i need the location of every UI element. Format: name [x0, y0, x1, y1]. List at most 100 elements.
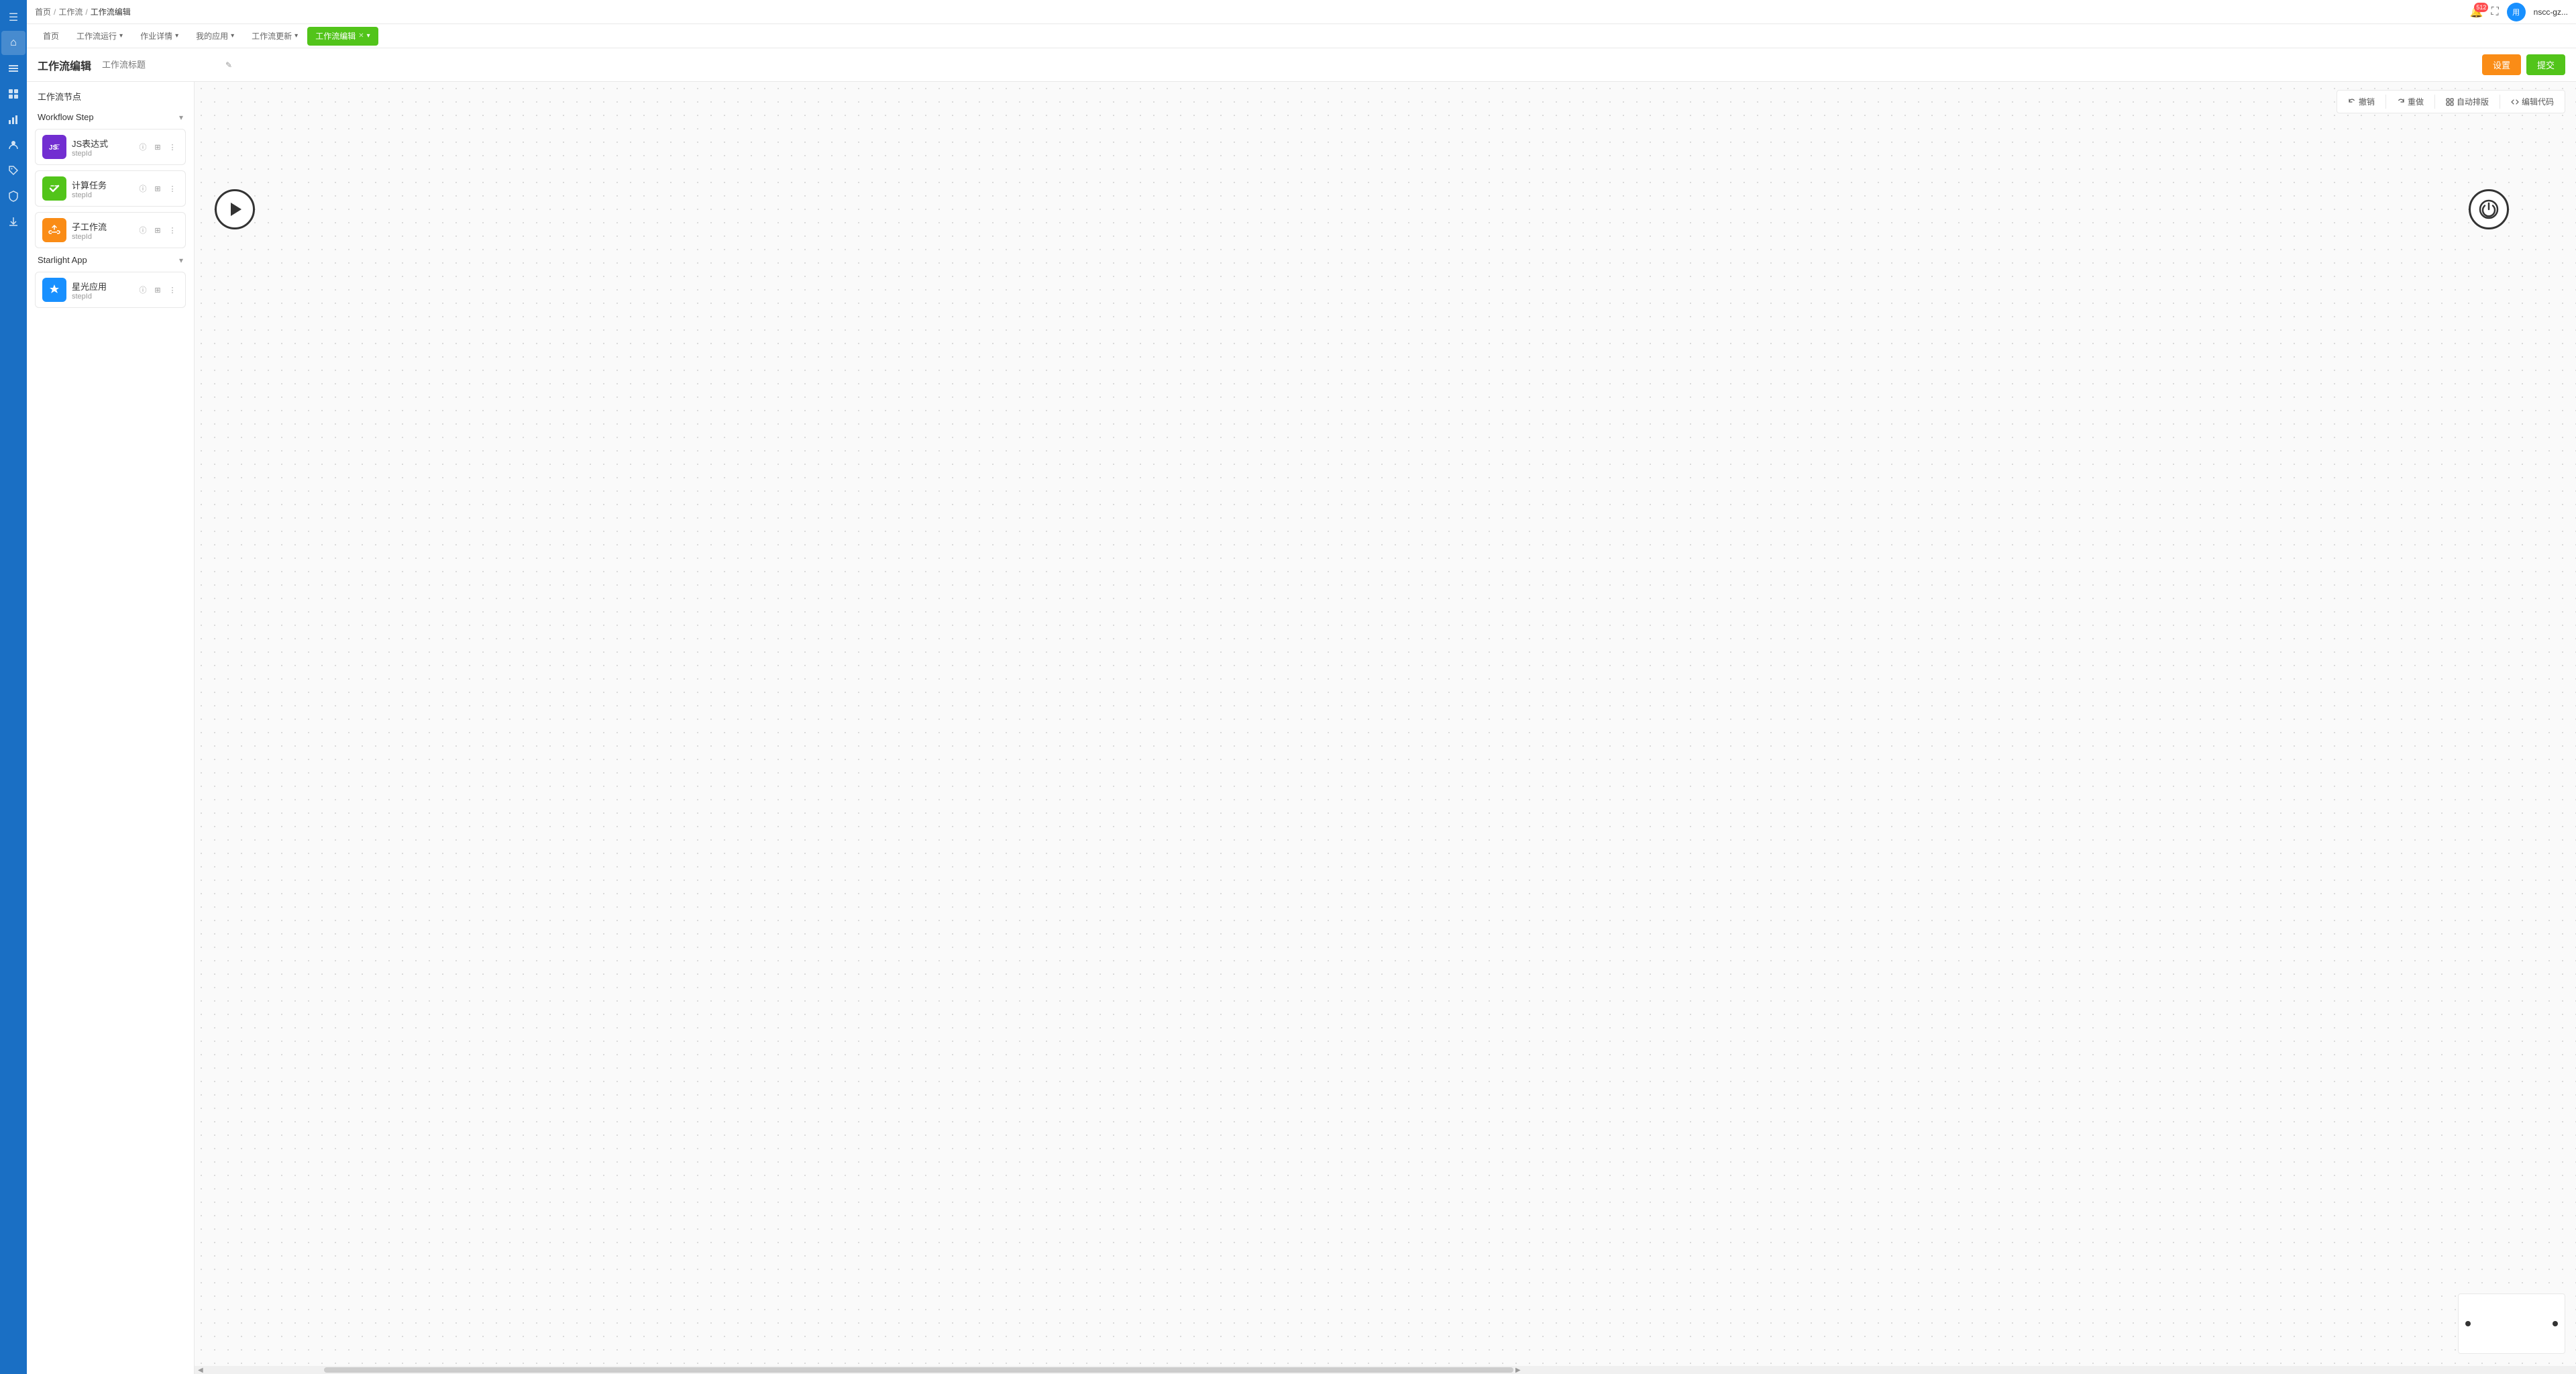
node-js-icon: JS — [42, 135, 66, 159]
scroll-right-arrow[interactable]: ▶ — [1513, 1367, 1523, 1374]
node-calc-menu-btn[interactable]: ⋮ — [166, 182, 178, 195]
group-starlight-app-label: Starlight App — [38, 255, 87, 265]
node-js-name: JS表达式 — [72, 137, 131, 150]
canvas-end-node[interactable] — [2469, 189, 2509, 229]
tab-workflow-update[interactable]: 工作流更新 ▾ — [244, 27, 306, 46]
fullscreen-icon[interactable]: ⛶ — [2491, 6, 2498, 18]
group-starlight-app[interactable]: Starlight App ▾ — [27, 251, 194, 269]
submit-button[interactable]: 提交 — [2526, 54, 2565, 75]
sidebar-tag-icon[interactable] — [1, 158, 25, 182]
node-js-stepid: stepId — [72, 150, 131, 158]
tab-arrow-workflow-edit: ▾ — [367, 32, 370, 40]
minimap-dot-end — [2553, 1321, 2558, 1326]
topbar-right: 🔔 512 ⛶ 用 nscc-gz... — [2470, 3, 2568, 21]
tab-workflow-run[interactable]: 工作流运行 ▾ — [68, 27, 131, 46]
sidebar-download-icon[interactable] — [1, 209, 25, 233]
canvas-scrollbar-thumb[interactable] — [324, 1367, 1513, 1373]
editor-area: 工作流节点 Workflow Step ▾ JS — [27, 82, 2576, 1374]
canvas-start-node[interactable] — [215, 189, 255, 229]
canvas-tool-sep1 — [2385, 95, 2386, 109]
tab-arrow-workflow-run: ▾ — [119, 32, 123, 40]
undo-button[interactable]: 撤销 — [2343, 93, 2380, 110]
node-star-actions: ⓘ ⊞ ⋮ — [137, 284, 178, 296]
node-js-expr[interactable]: JS JS表达式 stepId ⓘ ⊞ ⋮ — [35, 129, 186, 165]
node-calc-info-btn[interactable]: ⓘ — [137, 182, 149, 195]
settings-button[interactable]: 设置 — [2482, 54, 2521, 75]
node-sub-menu-btn[interactable]: ⋮ — [166, 224, 178, 236]
canvas-area[interactable]: 撤销 重做 自动排版 编辑代码 — [195, 82, 2576, 1374]
play-triangle-icon — [231, 203, 241, 216]
tabbar: 首页 工作流运行 ▾ 作业详情 ▾ 我的应用 ▾ 工作流更新 ▾ 工作流编辑 ✕… — [27, 24, 2576, 48]
node-js-info-btn[interactable]: ⓘ — [137, 141, 149, 153]
canvas-toolbar: 撤销 重做 自动排版 编辑代码 — [2337, 90, 2565, 113]
node-star-info: 星光应用 stepId — [72, 280, 131, 301]
node-sub-name: 子工作流 — [72, 220, 131, 233]
breadcrumb: 首页 / 工作流 / 工作流编辑 — [35, 6, 131, 17]
breadcrumb-home[interactable]: 首页 — [35, 6, 51, 17]
node-js-edit-btn[interactable]: ⊞ — [152, 141, 164, 153]
node-sub-info-btn[interactable]: ⓘ — [137, 224, 149, 236]
node-sub-info: 子工作流 stepId — [72, 220, 131, 241]
breadcrumb-current: 工作流编辑 — [91, 6, 131, 17]
workflow-editor-title: 工作流编辑 — [38, 57, 91, 73]
node-calc-icon — [42, 176, 66, 201]
group-workflow-step-label: Workflow Step — [38, 112, 94, 122]
edit-code-button[interactable]: 编辑代码 — [2506, 93, 2559, 110]
canvas-scrollbar-x[interactable]: ◀ ▶ — [195, 1366, 2576, 1374]
node-calc-actions: ⓘ ⊞ ⋮ — [137, 182, 178, 195]
node-js-info: JS表达式 stepId — [72, 137, 131, 158]
group-workflow-step[interactable]: Workflow Step ▾ — [27, 108, 194, 126]
node-star-menu-btn[interactable]: ⋮ — [166, 284, 178, 296]
minimap — [2458, 1293, 2565, 1354]
canvas-tool-sep2 — [2434, 95, 2435, 109]
auto-layout-button[interactable]: 自动排版 — [2440, 93, 2494, 110]
tab-workflow-edit[interactable]: 工作流编辑 ✕ ▾ — [307, 27, 378, 46]
scroll-left-arrow[interactable]: ◀ — [196, 1367, 205, 1374]
node-calc-task[interactable]: 计算任务 stepId ⓘ ⊞ ⋮ — [35, 170, 186, 207]
node-star-info-btn[interactable]: ⓘ — [137, 284, 149, 296]
node-calc-stepid: stepId — [72, 191, 131, 199]
node-calc-edit-btn[interactable]: ⊞ — [152, 182, 164, 195]
group-starlight-app-arrow: ▾ — [179, 256, 183, 265]
breadcrumb-workflow[interactable]: 工作流 — [58, 6, 83, 17]
tab-my-apps[interactable]: 我的应用 ▾ — [188, 27, 242, 46]
node-starlight[interactable]: 星光应用 stepId ⓘ ⊞ ⋮ — [35, 272, 186, 308]
redo-button[interactable]: 重做 — [2392, 93, 2429, 110]
sidebar-people-icon[interactable] — [1, 133, 25, 157]
header-actions: 设置 提交 — [2482, 54, 2565, 75]
edit-pencil-icon[interactable]: ✎ — [225, 60, 232, 70]
tab-arrow-workflow-update: ▾ — [294, 32, 298, 40]
sidebar: ☰ ⌂ — [0, 0, 27, 1374]
sidebar-list-icon[interactable] — [1, 56, 25, 81]
sidebar-shield-icon[interactable] — [1, 184, 25, 208]
power-icon — [2479, 199, 2499, 219]
tab-close-workflow-edit[interactable]: ✕ — [358, 32, 364, 40]
notification-icon[interactable]: 🔔 512 — [2470, 5, 2483, 19]
node-star-edit-btn[interactable]: ⊞ — [152, 284, 164, 296]
user-avatar[interactable]: 用 — [2507, 3, 2526, 21]
node-sub-workflow[interactable]: 子工作流 stepId ⓘ ⊞ ⋮ — [35, 212, 186, 248]
node-star-icon — [42, 278, 66, 302]
node-js-menu-btn[interactable]: ⋮ — [166, 141, 178, 153]
sidebar-grid-icon[interactable] — [1, 82, 25, 106]
breadcrumb-sep2: / — [85, 7, 87, 17]
svg-text:JS: JS — [49, 144, 58, 152]
topbar: 首页 / 工作流 / 工作流编辑 🔔 512 ⛶ 用 nscc-gz... — [27, 0, 2576, 24]
tab-home[interactable]: 首页 — [35, 27, 67, 46]
breadcrumb-sep1: / — [54, 7, 56, 17]
main-container: 首页 / 工作流 / 工作流编辑 🔔 512 ⛶ 用 nscc-gz... 首页… — [27, 0, 2576, 1374]
node-calc-info: 计算任务 stepId — [72, 178, 131, 199]
node-sub-actions: ⓘ ⊞ ⋮ — [137, 224, 178, 236]
node-calc-name: 计算任务 — [72, 178, 131, 191]
nodes-panel: 工作流节点 Workflow Step ▾ JS — [27, 82, 195, 1374]
node-star-stepid: stepId — [72, 293, 131, 301]
username[interactable]: nscc-gz... — [2534, 7, 2568, 17]
tab-job-details[interactable]: 作业详情 ▾ — [132, 27, 186, 46]
sidebar-chart-icon[interactable] — [1, 107, 25, 131]
node-sub-edit-btn[interactable]: ⊞ — [152, 224, 164, 236]
sidebar-menu-icon[interactable]: ☰ — [1, 5, 25, 30]
sidebar-home-icon[interactable]: ⌂ — [1, 31, 25, 55]
workflow-header: 工作流编辑 ✎ 设置 提交 — [27, 48, 2576, 82]
tab-arrow-job-details: ▾ — [175, 32, 178, 40]
workflow-title-input[interactable] — [99, 58, 223, 72]
